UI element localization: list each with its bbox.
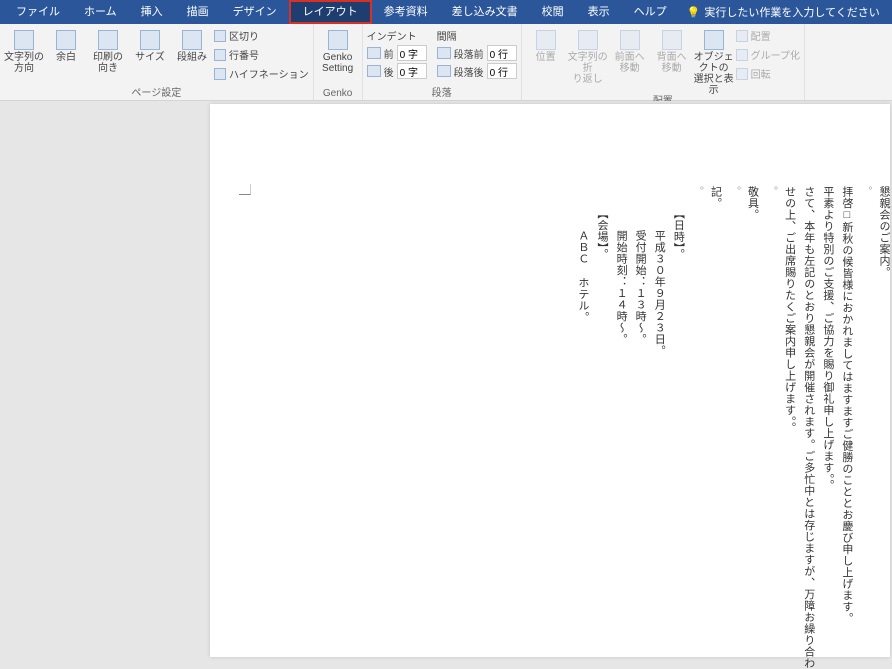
doc-line[interactable]: 拝啓□新秋の候皆様におかれましてはますますご健勝のこととお慶び申し上げます。 — [841, 186, 853, 669]
group-page-setup: 文字列の方向 余白 印刷の向き サイズ 段組み 区切り 行番号 ハイフネーシ — [0, 24, 314, 100]
text-direction-button[interactable]: 文字列の方向 — [4, 26, 44, 88]
rotate-button: 回転 — [736, 66, 800, 81]
tab-insert[interactable]: 挿入 — [129, 0, 175, 24]
space-before-field[interactable] — [487, 45, 517, 61]
bring-forward-icon — [620, 30, 640, 50]
indent-left-icon — [367, 47, 381, 59]
doc-line[interactable]: 。 — [766, 186, 777, 669]
doc-line[interactable]: 敬具。 — [746, 186, 758, 669]
hyphenation-icon — [214, 68, 226, 80]
group-genko-label: Genko — [318, 88, 358, 100]
doc-line[interactable]: 平成３０年９月２３日。 — [653, 186, 665, 669]
align-button: 配置 — [736, 28, 800, 43]
tell-me-label: 実行したい作業を入力してください — [704, 4, 879, 20]
tab-design[interactable]: デザイン — [221, 0, 289, 24]
send-backward-icon — [662, 30, 682, 50]
doc-line[interactable]: 。 — [860, 186, 871, 669]
doc-line[interactable]: 。 — [728, 186, 739, 669]
tab-help[interactable]: ヘルプ — [622, 0, 679, 24]
selection-pane-icon — [704, 30, 724, 50]
hyphenation-button[interactable]: ハイフネーション — [214, 66, 309, 81]
document-canvas[interactable]: 懇親会のご案内。 。 拝啓□新秋の候皆様におかれましてはますますご健勝のこととお… — [0, 101, 892, 658]
bring-forward-button: 前面へ移動 — [610, 26, 650, 96]
menu-bar: ファイル ホーム 挿入 描画 デザイン レイアウト 参考資料 差し込み文書 校閲… — [0, 0, 892, 24]
group-genko: GenkoSetting Genko — [314, 24, 363, 100]
doc-line[interactable]: ＡＢＣ ホテル。 — [577, 186, 589, 669]
space-after-icon — [437, 65, 451, 77]
position-icon — [536, 30, 556, 50]
breaks-icon — [214, 30, 226, 42]
doc-line[interactable]: さて、本年も左記のとおり懇親会が開催されます。ご多忙中とは存じますが、万障お繰り… — [803, 186, 815, 669]
space-before-icon — [437, 47, 451, 59]
wrap-text-button: 文字列の折り返し — [568, 26, 608, 96]
size-icon — [140, 30, 160, 50]
tab-mailings[interactable]: 差し込み文書 — [440, 0, 530, 24]
columns-button[interactable]: 段組み — [172, 26, 212, 88]
tab-view[interactable]: 表示 — [576, 0, 622, 24]
margins-icon — [56, 30, 76, 50]
indent-right-icon — [367, 65, 381, 77]
text-direction-icon — [14, 30, 34, 50]
doc-line[interactable]: 懇親会のご案内。 — [878, 186, 890, 669]
doc-line[interactable]: 【日時】。 — [672, 186, 684, 669]
size-button[interactable]: サイズ — [130, 26, 170, 88]
bulb-icon: 💡 — [687, 6, 701, 19]
margins-button[interactable]: 余白 — [46, 26, 86, 88]
group-icon — [736, 49, 748, 61]
doc-line[interactable]: せの上、ご出席賜りたくご案内申し上げます。。 — [784, 186, 796, 669]
doc-line[interactable]: 。 — [691, 186, 702, 669]
rotate-icon — [736, 68, 748, 80]
group-page-setup-label: ページ設定 — [4, 88, 309, 100]
group-objects-button: グループ化 — [736, 47, 800, 62]
indent-left-field[interactable] — [397, 45, 427, 61]
ribbon: 文字列の方向 余白 印刷の向き サイズ 段組み 区切り 行番号 ハイフネーシ — [0, 24, 892, 101]
tell-me-search[interactable]: 💡 実行したい作業を入力してください — [687, 4, 880, 20]
document-content[interactable]: 懇親会のご案内。 。 拝啓□新秋の候皆様におかれましてはますますご健勝のこととお… — [577, 186, 890, 669]
page[interactable]: 懇親会のご案内。 。 拝啓□新秋の候皆様におかれましてはますますご健勝のこととお… — [210, 104, 890, 657]
breaks-button[interactable]: 区切り — [214, 28, 309, 43]
align-icon — [736, 30, 748, 42]
send-backward-button: 背面へ移動 — [652, 26, 692, 96]
selection-pane-button[interactable]: オブジェクトの選択と表示 — [694, 26, 734, 96]
line-numbers-icon — [214, 49, 226, 61]
doc-line[interactable]: 【会場】。 — [596, 186, 608, 669]
line-numbers-button[interactable]: 行番号 — [214, 47, 309, 62]
doc-line[interactable]: 記。 — [709, 186, 721, 669]
text-cursor — [239, 184, 251, 195]
group-arrange: 位置 文字列の折り返し 前面へ移動 背面へ移動 オブジェクトの選択と表示 配置 … — [522, 24, 805, 100]
group-paragraph: インデント 前 後 間隔 — [363, 24, 522, 100]
tab-references[interactable]: 参考資料 — [372, 0, 440, 24]
group-paragraph-label: 段落 — [367, 88, 517, 100]
tab-draw[interactable]: 描画 — [175, 0, 221, 24]
genko-setting-button[interactable]: GenkoSetting — [318, 26, 358, 88]
tab-home[interactable]: ホーム — [72, 0, 129, 24]
indent-right-field[interactable] — [397, 63, 427, 79]
columns-icon — [182, 30, 202, 50]
tab-layout[interactable]: レイアウト — [289, 0, 372, 24]
tab-file[interactable]: ファイル — [4, 0, 72, 24]
space-after-field[interactable] — [487, 63, 517, 79]
orientation-icon — [98, 30, 118, 50]
orientation-button[interactable]: 印刷の向き — [88, 26, 128, 88]
wrap-text-icon — [578, 30, 598, 50]
genko-icon — [328, 30, 348, 50]
doc-line[interactable]: 平素より特別のご支援、ご協力を賜り御礼申し上げます。。 — [822, 186, 834, 669]
position-button: 位置 — [526, 26, 566, 96]
doc-line[interactable]: 開始時刻：１４時～。 — [615, 186, 627, 669]
tab-review[interactable]: 校閲 — [530, 0, 576, 24]
doc-line[interactable]: 受付開始：１３時～。 — [634, 186, 646, 669]
